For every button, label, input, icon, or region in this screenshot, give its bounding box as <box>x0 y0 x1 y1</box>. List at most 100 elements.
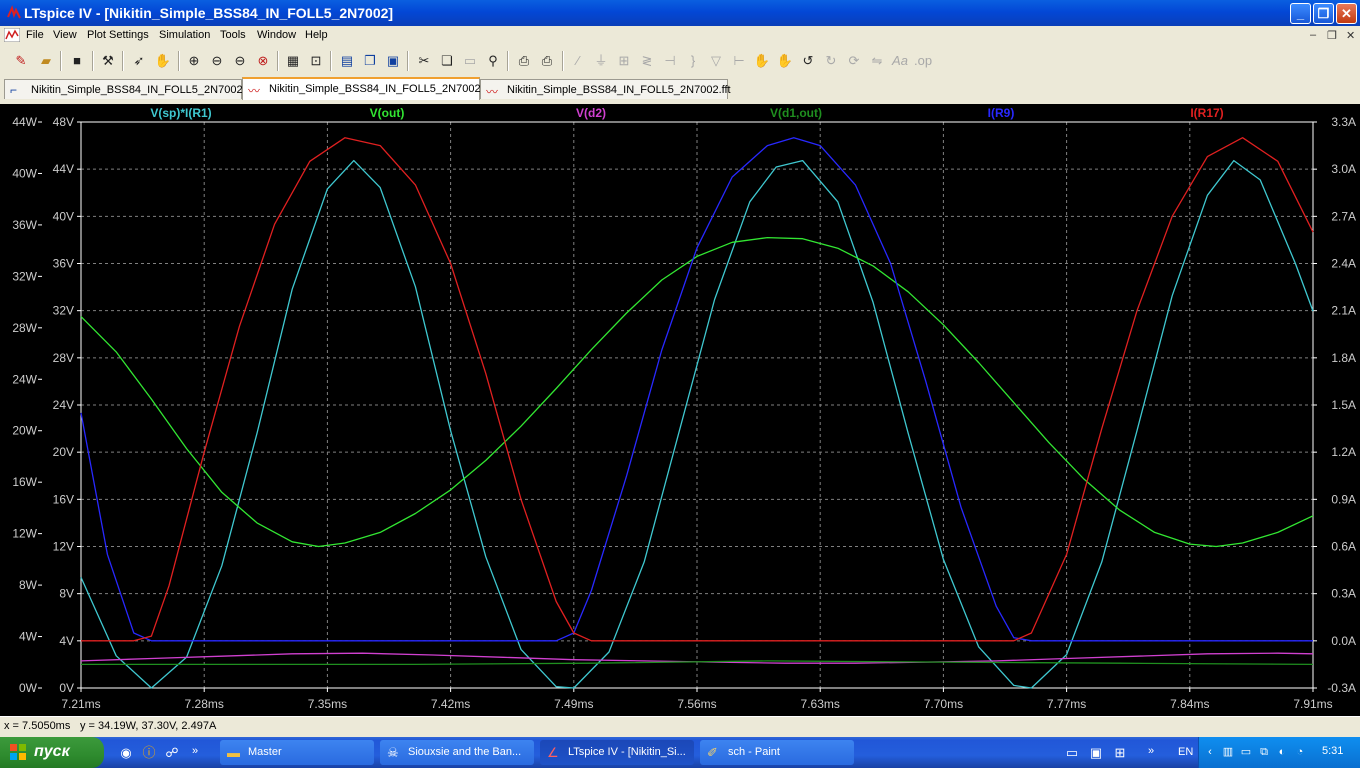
menu-file[interactable]: File <box>26 29 44 41</box>
menu-simulation[interactable]: Simulation <box>159 29 210 41</box>
hand-icon[interactable]: ✋ <box>753 52 771 70</box>
mdi-close-button[interactable]: ✕ <box>1346 29 1355 42</box>
waveform-icon: 〰 <box>248 84 261 98</box>
inductor-icon[interactable]: } <box>684 52 702 70</box>
tray-app-icon[interactable]: ▥ <box>1221 745 1235 759</box>
menu-plot-settings[interactable]: Plot Settings <box>87 29 149 41</box>
toolbar-app-icon[interactable]: ▣ <box>1088 745 1104 761</box>
task-master[interactable]: ▬ Master <box>220 740 374 765</box>
zoom-in-icon[interactable]: ⊕ <box>185 52 203 70</box>
current-tick-label: 0.0A <box>1331 634 1356 648</box>
legend-label-3: V(d1,out) <box>770 106 822 120</box>
power-tick-label: 4W <box>19 630 38 644</box>
text-icon[interactable]: Aa <box>891 52 909 70</box>
tray-expand-icon[interactable]: ‹ <box>1203 745 1217 759</box>
tab-label: Nikitin_Simple_BSS84_IN_FOLL5_2N7002.fft <box>507 84 731 96</box>
save-icon[interactable]: ■ <box>68 52 86 70</box>
task-paint[interactable]: ✐ sch - Paint <box>700 740 854 765</box>
power-tick-label: 40W <box>12 166 37 180</box>
mirror-icon[interactable]: ⇋ <box>868 52 886 70</box>
close-button[interactable]: ✕ <box>1336 3 1357 24</box>
quicklaunch-app-icon[interactable]: ☍ <box>164 745 180 761</box>
toolbar-network-icon[interactable]: ⊞ <box>1112 745 1128 761</box>
start-button[interactable]: пуск <box>0 737 104 768</box>
menu-tools[interactable]: Tools <box>220 29 246 41</box>
print-setup-icon[interactable]: ⎙ <box>515 52 533 70</box>
wire-icon[interactable]: ∕ <box>569 52 587 70</box>
voltage-tick-label: 20V <box>53 445 74 459</box>
paint-icon: ✐ <box>707 745 718 760</box>
power-tick-label: 28W <box>12 321 37 335</box>
waveform-plot[interactable]: 7.21ms 7.28ms 7.35ms 7.42ms 7.49ms 7.56ms 7.63… <box>0 104 1360 716</box>
clock: 5:31 <box>1322 745 1344 757</box>
waveform-window-icon[interactable] <box>4 28 20 42</box>
fit-icon[interactable]: ⊡ <box>307 52 325 70</box>
open-icon[interactable]: ▰ <box>37 52 55 70</box>
title-bar[interactable]: LTspice IV - [Nikitin_Simple_BSS84_IN_FO… <box>0 0 1360 26</box>
control-panel-icon[interactable]: ⚒ <box>99 52 117 70</box>
zoom-cancel-icon[interactable]: ⊗ <box>254 52 272 70</box>
menu-window[interactable]: Window <box>257 29 296 41</box>
toolbar-separator <box>122 51 124 71</box>
tab-waveform[interactable]: 〰 Nikitin_Simple_BSS84_IN_FOLL5_2N7002 <box>242 77 481 100</box>
zoom-out-icon[interactable]: ⊖ <box>208 52 226 70</box>
task-ltspice[interactable]: ∠ LTspice IV - [Nikitin_Si... <box>540 740 694 765</box>
quicklaunch-info-icon[interactable]: ⓘ <box>141 745 157 761</box>
mdi-minimize-button[interactable]: – <box>1310 29 1316 41</box>
legend-label-5: I(R17) <box>1190 106 1223 120</box>
tab-fft[interactable]: 〰 Nikitin_Simple_BSS84_IN_FOLL5_2N7002.f… <box>480 79 731 99</box>
copy-icon[interactable]: ❏ <box>438 52 456 70</box>
undo-icon[interactable]: ↺ <box>799 52 817 70</box>
halt-icon[interactable]: ✋ <box>154 52 172 70</box>
x-tick-label: 7.70ms <box>924 697 963 711</box>
legend-label-1: V(out) <box>370 106 405 120</box>
current-tick-label: 2.1A <box>1331 304 1356 318</box>
tray-volume-icon[interactable]: ◐ <box>1275 745 1289 759</box>
menu-view[interactable]: View <box>53 29 77 41</box>
find-icon[interactable]: ⚲ <box>484 52 502 70</box>
x-tick-label: 7.63ms <box>801 697 840 711</box>
component-icon[interactable]: ⊢ <box>730 52 748 70</box>
zoom-back-icon[interactable]: ⊖ <box>231 52 249 70</box>
rotate-icon[interactable]: ⟳ <box>845 52 863 70</box>
current-tick-label: 3.3A <box>1331 115 1356 129</box>
power-tick-label: 44W <box>12 115 37 129</box>
task-media[interactable]: ☠ Siouxsie and the Ban... <box>380 740 534 765</box>
paste-icon[interactable]: ▭ <box>461 52 479 70</box>
voltage-tick-label: 36V <box>53 257 74 271</box>
quicklaunch-chevron-icon[interactable]: » <box>192 745 198 757</box>
diode-icon[interactable]: ▽ <box>707 52 725 70</box>
minimize-button[interactable]: _ <box>1290 3 1311 24</box>
spice-directive-icon[interactable]: .op <box>914 52 932 70</box>
ground-icon[interactable]: ⏚ <box>592 52 610 70</box>
cut-icon[interactable]: ✂ <box>415 52 433 70</box>
mdi-restore-button[interactable]: ❐ <box>1327 29 1337 42</box>
resistor-icon[interactable]: ≷ <box>638 52 656 70</box>
toolbar-folder-icon[interactable]: ▭ <box>1064 745 1080 761</box>
menu-help[interactable]: Help <box>305 29 328 41</box>
tray-monitor-icon[interactable]: ▭ <box>1239 745 1253 759</box>
toolbar-chevron-icon[interactable]: » <box>1148 745 1154 757</box>
current-tick-label: -0.3A <box>1327 681 1356 695</box>
capacitor-icon[interactable]: ⊣ <box>661 52 679 70</box>
redo-icon[interactable]: ↻ <box>822 52 840 70</box>
print-icon[interactable]: ⎙ <box>538 52 556 70</box>
drag-icon[interactable]: ✋ <box>776 52 794 70</box>
maximize-button[interactable]: ❐ <box>1313 3 1334 24</box>
cascade-icon[interactable]: ❐ <box>361 52 379 70</box>
x-tick-label: 7.49ms <box>554 697 593 711</box>
tile-horizontal-icon[interactable]: ▤ <box>338 52 356 70</box>
tray-update-icon[interactable]: ◔ <box>1293 745 1307 759</box>
x-tick-label: 7.84ms <box>1170 697 1209 711</box>
tile-icon[interactable]: ▣ <box>384 52 402 70</box>
run-icon[interactable]: ➶ <box>130 52 148 70</box>
tray-network-icon[interactable]: ⧉ <box>1257 745 1271 759</box>
x-tick-label: 7.91ms <box>1293 697 1332 711</box>
language-indicator[interactable]: EN <box>1178 746 1193 758</box>
tab-schematic[interactable]: ⌐ Nikitin_Simple_BSS84_IN_FOLL5_2N7002 <box>4 79 243 99</box>
autorange-icon[interactable]: ▦ <box>284 52 302 70</box>
label-icon[interactable]: ⊞ <box>615 52 633 70</box>
close-schematic-icon[interactable]: ✎ <box>12 52 30 70</box>
plot-canvas[interactable]: 7.21ms 7.28ms 7.35ms 7.42ms 7.49ms 7.56ms 7.63… <box>0 104 1360 716</box>
quicklaunch-browser-icon[interactable]: ◉ <box>118 745 134 761</box>
